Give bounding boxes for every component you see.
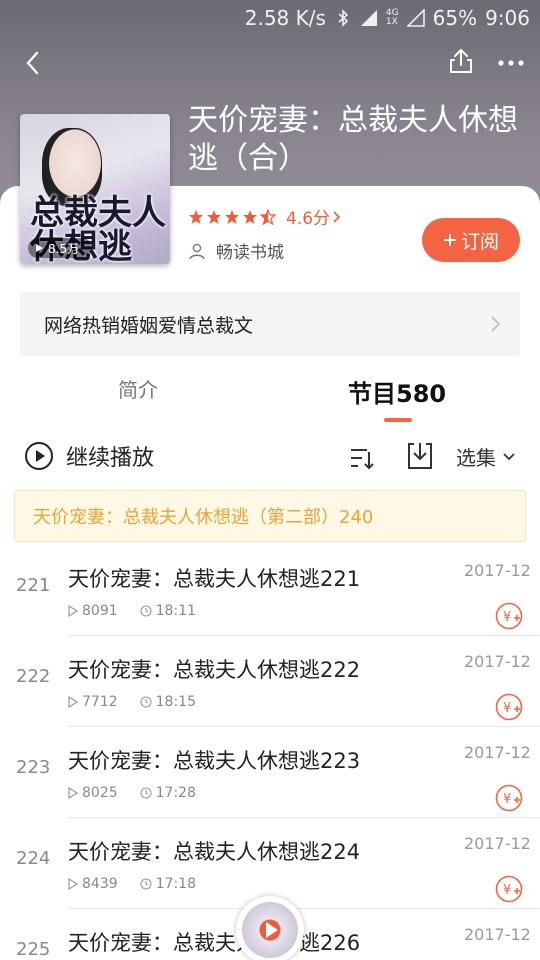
book-tagline[interactable]: 网络热销婚姻爱情总裁文 xyxy=(20,292,520,356)
select-episodes-button[interactable]: 选集 xyxy=(456,442,516,471)
episode-date: 2017-12 xyxy=(464,925,531,944)
play-circle-icon xyxy=(25,442,53,470)
network-type-bottom: 1X xyxy=(385,17,398,27)
play-count: 8025 xyxy=(82,785,118,801)
subscribe-label: 订阅 xyxy=(460,230,499,253)
publisher[interactable]: 畅读书城 xyxy=(188,238,284,263)
episode-meta: 8091 18:11 xyxy=(68,603,196,619)
book-cover[interactable]: 总裁夫人休想逃 8.5万 xyxy=(20,114,170,264)
bluetooth-icon xyxy=(338,9,349,27)
purchase-icon[interactable]: ¥ xyxy=(494,874,524,904)
episode-date: 2017-12 xyxy=(464,834,531,853)
clock-icon xyxy=(140,787,152,799)
continue-play-button[interactable]: 继续播放 xyxy=(24,440,154,472)
episode-row[interactable]: 223 天价宠妻：总裁夫人休想逃223 2017-12 8025 17:28 ¥ xyxy=(0,727,540,818)
play-count-icon xyxy=(68,878,78,890)
part-banner[interactable]: 天价宠妻：总裁夫人休想逃（第二部）240 xyxy=(14,490,526,542)
duration: 17:28 xyxy=(155,785,196,801)
back-icon[interactable] xyxy=(18,48,48,78)
episode-number: 223 xyxy=(16,757,51,778)
episode-row[interactable]: 222 天价宠妻：总裁夫人休想逃222 2017-12 7712 18:15 ¥ xyxy=(0,636,540,727)
now-playing-disc xyxy=(242,902,298,958)
cover-play-count-text: 8.5万 xyxy=(48,241,80,256)
episode-number: 224 xyxy=(16,848,51,869)
signal-icon xyxy=(360,10,377,26)
episode-row[interactable]: 221 天价宠妻：总裁夫人休想逃221 2017-12 8091 18:11 ¥ xyxy=(0,545,540,636)
episode-title: 天价宠妻：总裁夫人休想逃221 xyxy=(68,567,361,591)
active-tab-indicator xyxy=(384,418,412,422)
play-count: 8439 xyxy=(82,876,118,892)
signal-icon-2 xyxy=(406,9,425,27)
play-count-icon xyxy=(68,605,78,617)
play-count: 8091 xyxy=(82,603,118,619)
purchase-icon[interactable]: ¥ xyxy=(494,692,524,722)
book-title: 天价宠妻：总裁夫人休想逃（合） xyxy=(188,103,518,176)
continue-play-label: 继续播放 xyxy=(66,446,155,471)
play-icon xyxy=(266,922,278,938)
episode-meta: 8439 17:18 xyxy=(68,876,196,892)
rating[interactable]: 4.6分 xyxy=(188,204,342,229)
chevron-down-icon xyxy=(503,452,515,460)
svg-text:¥: ¥ xyxy=(503,883,511,898)
chevron-right-icon xyxy=(333,210,341,223)
mini-player-button[interactable] xyxy=(236,896,304,960)
tab-episodes[interactable]: 节目580 xyxy=(348,374,446,409)
status-bar: 2.58 K/s 4G 1X 65% 9:06 xyxy=(0,0,540,36)
star-icon xyxy=(243,209,257,224)
publisher-name: 畅读书城 xyxy=(216,243,284,263)
play-count: 7712 xyxy=(82,694,118,710)
duration: 17:18 xyxy=(155,876,196,892)
duration: 18:11 xyxy=(155,603,196,619)
play-count-icon xyxy=(68,787,78,799)
network-speed: 2.58 K/s xyxy=(244,6,326,30)
episode-meta: 7712 18:15 xyxy=(68,694,196,710)
playlist-controls: 继续播放 选集 xyxy=(0,432,540,482)
episode-number: 225 xyxy=(16,939,51,960)
plus-icon xyxy=(443,234,456,246)
chevron-right-icon xyxy=(491,316,501,332)
purchase-icon[interactable]: ¥ xyxy=(494,783,524,813)
battery-level: 65% xyxy=(432,6,478,30)
episode-date: 2017-12 xyxy=(464,561,531,580)
star-icon xyxy=(225,209,239,224)
tagline-text: 网络热销婚姻爱情总裁文 xyxy=(44,314,254,337)
tab-bar: 简介 节目580 xyxy=(0,360,540,426)
network-type: 4G 1X xyxy=(386,9,399,27)
episode-title: 天价宠妻：总裁夫人休想逃223 xyxy=(68,749,361,773)
clock-icon xyxy=(140,878,152,890)
episode-title: 天价宠妻：总裁夫人休想逃226 xyxy=(68,931,361,955)
half-star-icon xyxy=(260,208,276,225)
select-episodes-label: 选集 xyxy=(456,446,496,470)
star-icon xyxy=(207,209,221,224)
purchase-icon[interactable]: ¥ xyxy=(494,601,524,631)
star-icon xyxy=(189,209,203,224)
svg-text:¥: ¥ xyxy=(503,792,511,807)
svg-text:¥: ¥ xyxy=(503,701,511,716)
episode-number: 222 xyxy=(16,666,51,687)
top-bar xyxy=(0,40,540,88)
play-count-icon xyxy=(68,696,78,708)
episode-date: 2017-12 xyxy=(464,652,531,671)
download-icon[interactable] xyxy=(405,440,435,472)
sort-icon[interactable] xyxy=(348,444,376,472)
more-options-icon[interactable] xyxy=(496,48,526,78)
rating-score: 4.6分 xyxy=(286,209,331,229)
clock-icon xyxy=(140,605,152,617)
share-icon[interactable] xyxy=(446,46,476,76)
cover-play-count: 8.5万 xyxy=(28,238,92,258)
svg-text:¥: ¥ xyxy=(503,610,511,625)
duration: 18:15 xyxy=(155,694,196,710)
episode-date: 2017-12 xyxy=(464,743,531,762)
subscribe-button[interactable]: 订阅 xyxy=(422,218,520,262)
episode-title: 天价宠妻：总裁夫人休想逃222 xyxy=(68,658,361,682)
user-icon xyxy=(189,243,205,259)
tab-intro[interactable]: 简介 xyxy=(118,374,158,403)
episode-title: 天价宠妻：总裁夫人休想逃224 xyxy=(68,840,361,864)
clock: 9:06 xyxy=(485,6,530,30)
episode-number: 221 xyxy=(16,575,51,596)
episode-meta: 8025 17:28 xyxy=(68,785,196,801)
clock-icon xyxy=(140,696,152,708)
play-icon xyxy=(36,244,43,252)
